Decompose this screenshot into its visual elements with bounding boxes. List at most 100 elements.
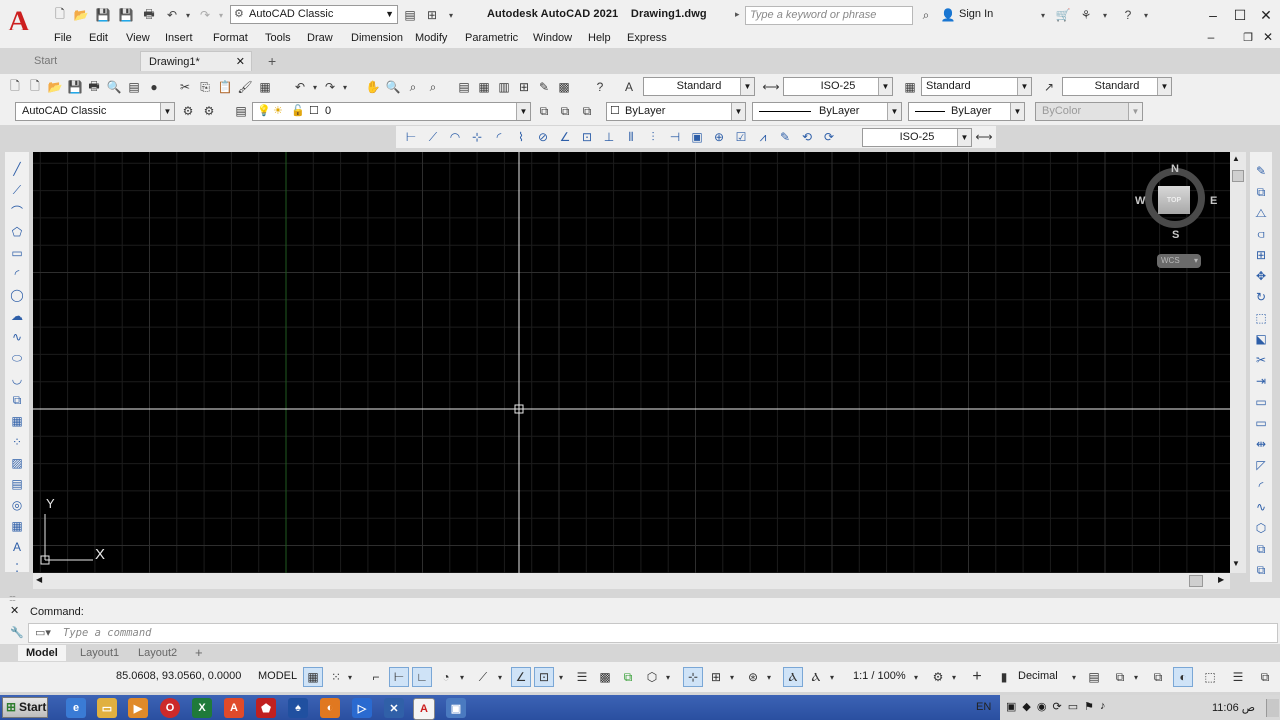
horizontal-scrollbar[interactable]: ◀ ▶ [33, 573, 1230, 589]
jogged-dim-icon[interactable]: ⌇ [512, 128, 530, 146]
rotate-icon[interactable]: ↻ [1252, 288, 1270, 306]
auto-scale-dropdown-icon[interactable]: ▾ [826, 667, 838, 687]
app-icon-blue[interactable]: ♠ [288, 698, 308, 718]
drawing-canvas[interactable]: Y X TOP N S W E WCS ▾ [33, 152, 1230, 573]
menu-window[interactable]: Window [533, 32, 572, 44]
selection-filter-icon[interactable]: ⊞ [706, 667, 726, 687]
radius-dim-icon[interactable]: ◜ [490, 128, 508, 146]
menu-draw[interactable]: Draw [307, 32, 333, 44]
color-select[interactable]: ☐ ByLayer ▼ [606, 102, 746, 121]
draworder-icon[interactable]: ⧉ [1252, 540, 1270, 558]
point-icon[interactable]: ⁘ [8, 433, 26, 451]
windows-start-button[interactable]: ⊞ Start [2, 697, 48, 718]
quick-dim-icon[interactable]: ⊡ [578, 128, 596, 146]
help-icon[interactable]: ? [591, 78, 609, 96]
dim-edit-icon[interactable]: ✎ [776, 128, 794, 146]
ellipse-icon[interactable]: ⬭ [8, 349, 26, 367]
hardware-acceleration-icon[interactable]: ◐ [1173, 667, 1193, 687]
autocad-taskbar-icon[interactable]: A [413, 698, 435, 720]
selection-cycling-icon[interactable]: ⧉ [618, 667, 638, 687]
tolerance-icon[interactable]: ▣ [688, 128, 706, 146]
sign-in-dropdown-icon[interactable]: ▾ [1035, 7, 1051, 23]
menu-dimension[interactable]: Dimension [351, 32, 403, 44]
ordinate-dim-icon[interactable]: ⊹ [468, 128, 486, 146]
compass-east[interactable]: E [1210, 195, 1217, 207]
design-center-palette-icon[interactable]: ▦ [475, 78, 493, 96]
table-style-icon[interactable]: ▦ [901, 78, 919, 96]
layer-select[interactable]: 💡 ☀ 🔓 ☐ 0 ▼ [252, 102, 531, 121]
open-file-icon[interactable]: 📂 [73, 7, 89, 23]
new-tab-icon[interactable]: + [268, 53, 276, 69]
menu-insert[interactable]: Insert [165, 32, 193, 44]
menu-tools[interactable]: Tools [265, 32, 291, 44]
diameter-dim-icon[interactable]: ⊘ [534, 128, 552, 146]
gizmo-icon[interactable]: ⊛ [743, 667, 763, 687]
menu-help[interactable]: Help [588, 32, 611, 44]
dim-style-select-2[interactable]: ISO-25 ▼ [862, 128, 972, 147]
cut-icon[interactable]: ✂ [176, 78, 194, 96]
extend-icon[interactable]: ⇥ [1252, 372, 1270, 390]
clock[interactable]: 11:06 ص [1212, 701, 1255, 714]
tab-model[interactable]: Model [18, 645, 66, 661]
tab-start[interactable]: Start [26, 51, 65, 71]
properties-palette-icon[interactable]: ▤ [455, 78, 473, 96]
doc-restore-icon[interactable]: ❐ [1240, 28, 1256, 46]
firefox-icon[interactable]: ◐ [320, 698, 340, 718]
command-prompt-icon[interactable]: ▭▾ [35, 626, 51, 639]
spline-icon[interactable]: ∿ [8, 328, 26, 346]
workspace-select[interactable]: AutoCAD Classic ▼ [15, 102, 175, 121]
language-indicator[interactable]: EN [976, 701, 991, 713]
save-icon[interactable]: 💾 [66, 78, 84, 96]
polar-dropdown-icon[interactable]: ▾ [456, 667, 468, 687]
plot-preview-icon[interactable]: 🔍 [105, 78, 123, 96]
explode-icon[interactable]: ⬡ [1252, 519, 1270, 537]
pan-icon[interactable]: ✋ [364, 78, 382, 96]
revision-cloud-icon[interactable]: ☁ [8, 307, 26, 325]
scroll-down-icon[interactable]: ▼ [1232, 559, 1240, 568]
print-icon[interactable]: 🖶 [85, 78, 103, 96]
markup-icon[interactable]: ✎ [535, 78, 553, 96]
insert-block-icon[interactable]: ⧉ [8, 391, 26, 409]
offset-icon[interactable]: ⫏ [1252, 225, 1270, 243]
plot-icon[interactable]: 🖶 [141, 7, 157, 23]
model-space-button[interactable]: MODEL [258, 670, 297, 682]
hatch-icon[interactable]: ▨ [8, 454, 26, 472]
new-file-icon[interactable]: 🗋 [52, 7, 68, 23]
explorer-icon[interactable]: ▭ [97, 698, 117, 718]
blend-curves-icon[interactable]: ∿ [1252, 498, 1270, 516]
linetype-select[interactable]: ByLayer ▼ [752, 102, 902, 121]
show-desktop-button[interactable] [1266, 699, 1279, 717]
sign-in-button[interactable]: Sign In [959, 8, 993, 20]
layer-properties-icon[interactable]: ▤ [232, 102, 250, 120]
command-grip[interactable]: :::: [9, 593, 16, 603]
save-as-icon[interactable]: 💾 [118, 7, 134, 23]
add-layout-icon[interactable]: + [195, 645, 203, 660]
qnew-icon[interactable]: 🗋 [26, 78, 44, 96]
user-icon[interactable]: 👤 [940, 7, 956, 23]
units-dropdown-icon[interactable]: ▾ [1068, 667, 1080, 687]
mirror-icon[interactable]: ⧍ [1252, 204, 1270, 222]
table-icon[interactable]: ▦ [8, 517, 26, 535]
command-input[interactable]: ▭▾ Type a command [28, 623, 1278, 643]
image-viewer-icon[interactable]: ▣ [446, 698, 466, 718]
menu-express[interactable]: Express [627, 32, 667, 44]
menu-edit[interactable]: Edit [89, 32, 108, 44]
quick-properties-icon[interactable]: ▤ [1084, 667, 1104, 687]
mleader-style-icon[interactable]: ↗ [1040, 78, 1058, 96]
viewcube[interactable]: TOP N S W E [1135, 163, 1217, 241]
quickcalc-icon[interactable]: ▩ [555, 78, 573, 96]
move-icon[interactable]: ✥ [1252, 267, 1270, 285]
construction-line-icon[interactable]: ⟋ [8, 181, 26, 199]
workspace-gear-icon[interactable]: ⚙ [928, 667, 948, 687]
menu-modify[interactable]: Modify [415, 32, 447, 44]
zoom-realtime-icon[interactable]: 🔍 [384, 78, 402, 96]
units-icon[interactable]: ▮ [994, 667, 1014, 687]
dim-style-icon[interactable]: ⟷ [762, 78, 780, 96]
undo-icon[interactable]: ↶ [164, 7, 180, 23]
join-icon[interactable]: ⇹ [1252, 435, 1270, 453]
properties-icon[interactable]: ▤ [402, 7, 418, 23]
infer-constraints-icon[interactable]: ⌐ [366, 667, 386, 687]
dynamic-ucs-icon[interactable]: ⊹ [683, 667, 703, 687]
baseline-dim-icon[interactable]: ⊥ [600, 128, 618, 146]
chamfer-icon[interactable]: ◸ [1252, 456, 1270, 474]
